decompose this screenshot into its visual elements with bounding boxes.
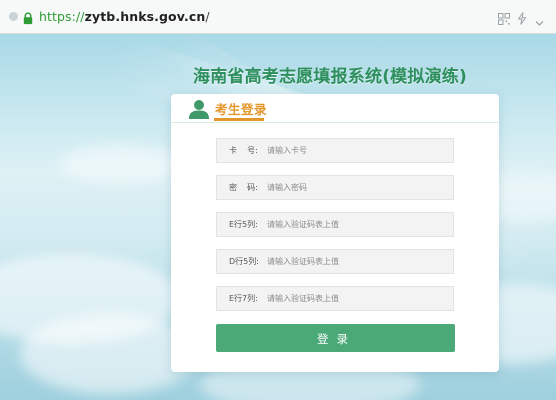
password-field: 密 码: bbox=[216, 175, 454, 200]
user-icon bbox=[188, 99, 210, 123]
card-number-label: 卡 号: bbox=[229, 146, 258, 155]
code-d5-field: D行5列: bbox=[216, 249, 454, 274]
chevron-down-icon[interactable] bbox=[535, 12, 544, 31]
card-number-field: 卡 号: bbox=[216, 138, 454, 163]
code-d5-input[interactable] bbox=[267, 251, 447, 272]
lightning-icon[interactable] bbox=[517, 10, 527, 29]
code-e7-label: E行7列: bbox=[229, 294, 258, 303]
lock-icon bbox=[23, 10, 33, 29]
code-e5-label: E行5列: bbox=[229, 220, 258, 229]
url-path: / bbox=[205, 9, 210, 24]
login-card-header: 考生登录 bbox=[171, 94, 499, 123]
code-d5-label: D行5列: bbox=[229, 257, 259, 266]
dot-icon bbox=[9, 12, 18, 21]
code-e7-input[interactable] bbox=[267, 288, 447, 309]
browser-address-bar: https://zytb.hnks.gov.cn/ bbox=[0, 0, 556, 34]
tab-underline bbox=[214, 118, 264, 121]
url-field[interactable]: https://zytb.hnks.gov.cn/ bbox=[39, 9, 210, 25]
password-input[interactable] bbox=[267, 177, 447, 198]
url-scheme: https:// bbox=[39, 9, 85, 24]
qr-code-icon[interactable] bbox=[498, 10, 510, 29]
password-label: 密 码: bbox=[229, 183, 258, 192]
card-number-input[interactable] bbox=[267, 140, 447, 161]
system-title: 海南省高考志愿填报系统(模拟演练) bbox=[193, 67, 467, 87]
login-card: 考生登录 卡 号: 密 码: E行5列: D行5列: E行7列: 登录 bbox=[171, 94, 499, 372]
tab-student-login[interactable]: 考生登录 bbox=[215, 99, 267, 118]
login-button[interactable]: 登录 bbox=[216, 324, 455, 352]
code-e5-input[interactable] bbox=[267, 214, 447, 235]
url-host: zytb.hnks.gov.cn bbox=[84, 9, 206, 24]
code-e7-field: E行7列: bbox=[216, 286, 454, 311]
code-e5-field: E行5列: bbox=[216, 212, 454, 237]
